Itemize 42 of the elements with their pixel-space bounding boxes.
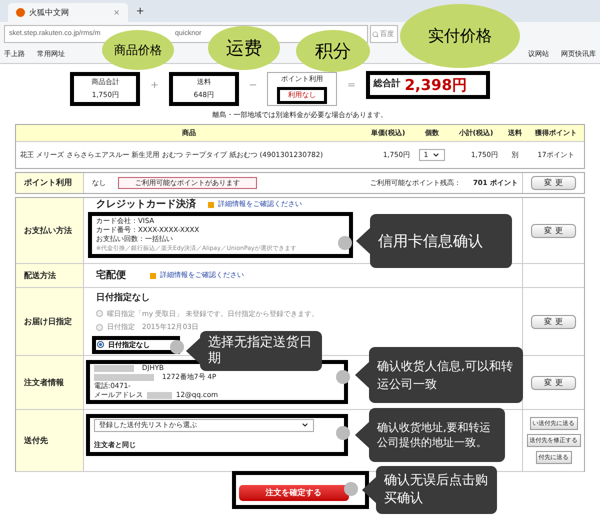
radio-button[interactable] (96, 324, 103, 331)
change-button[interactable]: 変 更 (531, 376, 576, 390)
operator-sign: − (248, 78, 258, 92)
tab-title: 火狐中文网 (29, 6, 70, 18)
blurred-text (147, 392, 172, 399)
square-bullet-icon (150, 272, 156, 278)
change-button[interactable]: 変 更 (531, 176, 576, 190)
section-label: 送付先 (16, 410, 84, 471)
operator-sign: + (150, 78, 159, 92)
blurred-text (94, 374, 154, 381)
section-label: お届け日指定 (16, 288, 84, 355)
dropdown-caret-icon (432, 151, 440, 159)
callout: 确认收货地址,要和转运公司提供的地址一致。 (369, 408, 505, 462)
new-tab-button[interactable]: + (136, 4, 144, 19)
section-label: お支払い方法 (16, 198, 84, 263)
browser-tab[interactable]: 火狐中文网 × (8, 3, 128, 22)
change-button[interactable]: 変 更 (531, 314, 576, 328)
callout-arrow (355, 422, 369, 448)
total-price: 2,398円 (404, 74, 468, 96)
search-icon (372, 30, 379, 38)
total-label: 総合計 (374, 78, 401, 92)
callout-arrow (356, 228, 370, 254)
browser-logo-icon (16, 8, 25, 17)
shipping-method: 宅配便 (96, 268, 126, 283)
callout: 确认收货人信息,可以和转运公司一致 (369, 347, 523, 403)
dropdown-caret-icon (301, 421, 309, 430)
payment-title: クレジットカード決済 (96, 200, 196, 209)
radio-button[interactable] (96, 310, 103, 318)
callout: 信用卡信息确认 (370, 214, 512, 268)
delivery-current: 日付指定なし (96, 292, 150, 305)
section-label: 注文者情報 (16, 356, 84, 409)
section-label: 配送方法 (16, 264, 84, 287)
section-label: ポイント利用 (16, 173, 84, 193)
callout-arrow (186, 338, 200, 364)
change-button[interactable]: 変 更 (531, 224, 576, 238)
square-bullet-icon (208, 202, 214, 208)
confirm-order-button[interactable]: 注文を確定する (238, 485, 348, 501)
callout-arrow (355, 362, 369, 388)
blurred-text (94, 365, 134, 372)
operator-sign: = (347, 78, 356, 92)
radio-button[interactable] (97, 341, 104, 348)
callout-arrow (362, 477, 376, 503)
